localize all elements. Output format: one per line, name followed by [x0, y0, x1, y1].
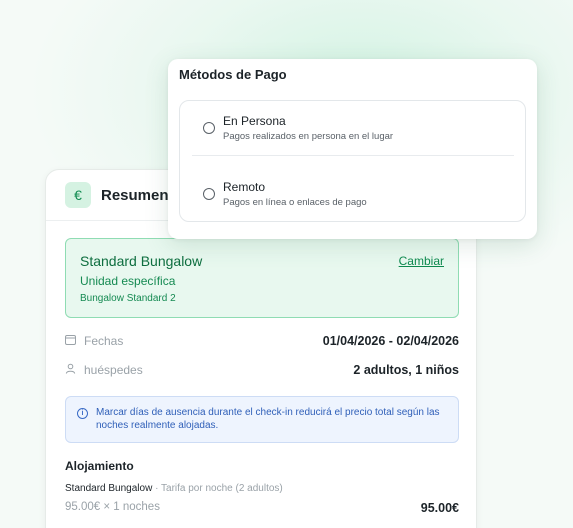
lodging-room-name: Standard Bungalow [65, 483, 153, 494]
change-room-link[interactable]: Cambiar [399, 254, 444, 268]
dates-row: Fechas 01/04/2026 - 02/04/2026 [65, 334, 459, 348]
payment-options-list: En Persona Pagos realizados en persona e… [179, 100, 526, 222]
dates-value: 01/04/2026 - 02/04/2026 [322, 334, 459, 348]
room-name: Standard Bungalow [80, 253, 203, 269]
option-label: Remoto [223, 180, 266, 194]
euro-icon: € [65, 182, 91, 208]
user-icon [65, 363, 79, 377]
calendar-icon [65, 334, 79, 348]
price-calculation: 95.00€ × 1 noches [65, 501, 160, 513]
divider [192, 155, 514, 156]
lodging-title: Alojamiento [65, 459, 134, 473]
guests-label: huéspedes [84, 363, 143, 377]
option-description: Pagos realizados en persona en el lugar [223, 131, 394, 142]
payment-option-remote[interactable]: Remoto Pagos en línea o enlaces de pago [180, 167, 525, 221]
room-type: Unidad específica [80, 274, 176, 288]
option-description: Pagos en línea o enlaces de pago [223, 197, 367, 208]
lodging-rate-note: · Tarifa por noche (2 adultos) [152, 483, 283, 494]
radio-in-person[interactable] [203, 122, 215, 134]
room-unit: Bungalow Standard 2 [80, 293, 176, 304]
price-line: 95.00€ × 1 noches 95.00€ [65, 501, 459, 515]
info-icon: i [77, 408, 88, 419]
payment-methods-title: Métodos de Pago [179, 67, 287, 82]
selected-room-box: Standard Bungalow Unidad específica Bung… [65, 238, 459, 318]
lodging-line: Standard Bungalow · Tarifa por noche (2 … [65, 483, 283, 494]
radio-remote[interactable] [203, 188, 215, 200]
info-text: Marcar días de ausencia durante el check… [96, 407, 440, 431]
option-label: En Persona [223, 114, 286, 128]
price-total: 95.00€ [420, 501, 459, 515]
dates-label: Fechas [84, 334, 124, 348]
info-notice: i Marcar días de ausencia durante el che… [65, 396, 459, 443]
guests-value: 2 adultos, 1 niños [353, 363, 459, 377]
guests-row: huéspedes 2 adultos, 1 niños [65, 363, 459, 377]
payment-methods-popover: Métodos de Pago En Persona Pagos realiza… [168, 59, 537, 239]
payment-option-in-person[interactable]: En Persona Pagos realizados en persona e… [180, 101, 525, 155]
